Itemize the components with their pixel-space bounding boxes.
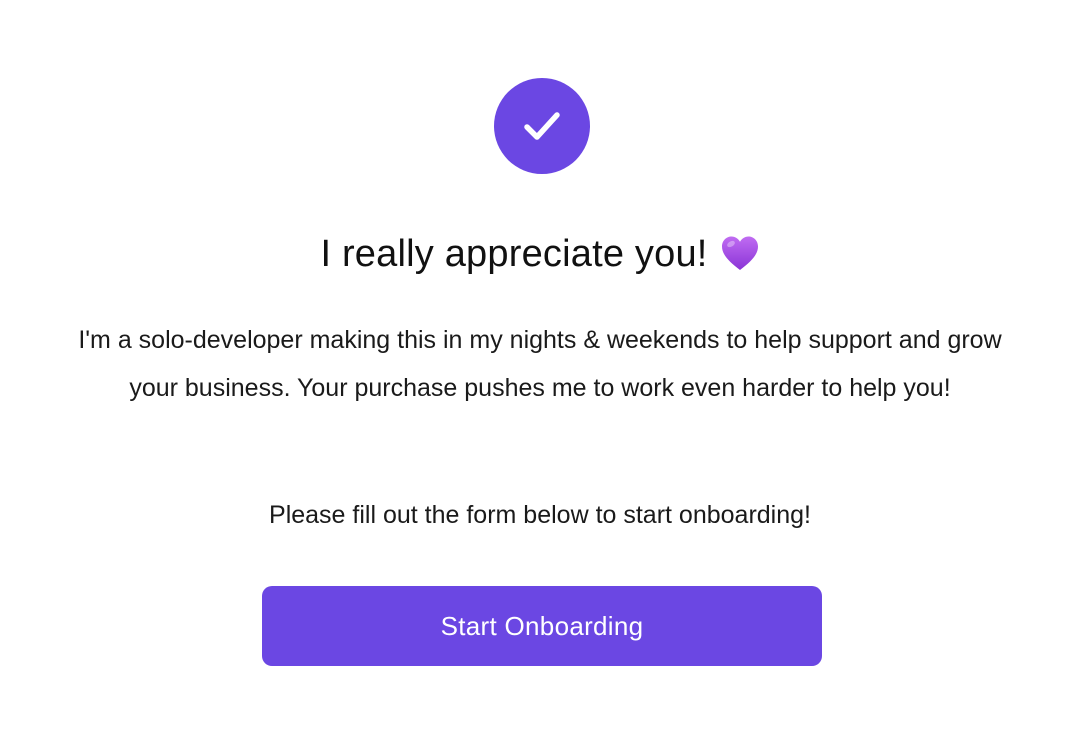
purple-heart-icon <box>721 236 758 270</box>
thank-you-message: I'm a solo-developer making this in my n… <box>60 316 1020 412</box>
success-badge <box>494 78 590 174</box>
page-title: I really appreciate you! <box>320 232 708 275</box>
confirmation-page: I really appreciate you! I'm a solo-deve… <box>0 0 1080 754</box>
onboarding-instruction: Please fill out the form below to start … <box>269 501 811 529</box>
heading-row: I really appreciate you! <box>0 226 1080 282</box>
check-icon <box>524 112 560 140</box>
start-onboarding-button[interactable]: Start Onboarding <box>262 586 822 666</box>
message-text: I'm a solo-developer making this in my n… <box>78 326 1002 402</box>
